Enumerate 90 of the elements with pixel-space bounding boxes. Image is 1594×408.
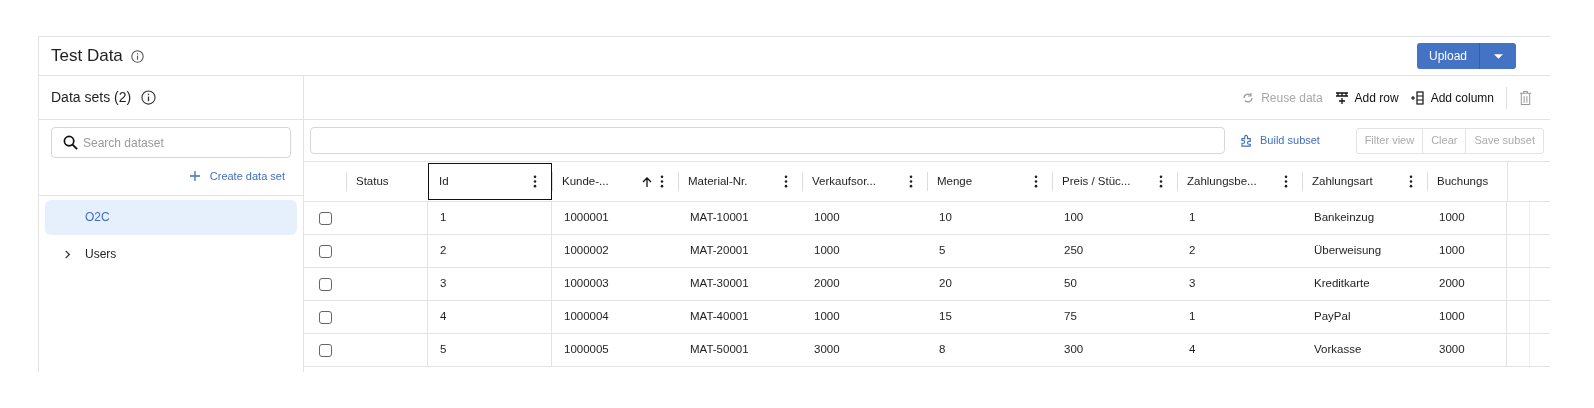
table-cell-text: 20: [939, 276, 952, 292]
info-icon: [141, 90, 157, 105]
table-cell-text: 1000005: [564, 342, 609, 358]
table-cell-text: Vorkasse: [1314, 342, 1362, 358]
table-cell-text: 2: [440, 243, 447, 259]
table-cell-text: 2000: [1439, 276, 1465, 292]
plus-icon: [189, 171, 200, 182]
row-checkbox[interactable]: [318, 343, 332, 357]
table-cell-text: 2000: [814, 276, 840, 292]
add-column-icon: [1410, 90, 1425, 105]
table-cell-text: MAT-40001: [690, 309, 749, 325]
table-cell-text: MAT-20001: [690, 243, 749, 259]
build-subset-button[interactable]: Build subset: [1241, 132, 1320, 149]
table-cell-text: Überweisung: [1314, 243, 1382, 259]
column-header[interactable]: Menge: [927, 162, 1052, 201]
toolbar-button[interactable]: Add row: [1334, 88, 1399, 107]
more-icon[interactable]: [1284, 175, 1288, 188]
table-cell-text: 1000: [814, 243, 840, 259]
more-icon[interactable]: [1159, 175, 1163, 188]
sidebar-title: Data sets (2): [51, 88, 132, 107]
filter-field[interactable]: [310, 127, 1225, 154]
table-cell-text: 5: [440, 342, 447, 358]
column-header[interactable]: Buchungs: [1427, 162, 1507, 201]
column-header[interactable]: Verkaufsor...: [802, 162, 927, 201]
table-cell-text: 300: [1064, 342, 1084, 358]
create-data-set-link[interactable]: Create data set: [189, 168, 285, 185]
table-cell-text: 1000001: [564, 210, 609, 226]
row-checkbox[interactable]: [318, 244, 332, 258]
page-title: Test Data: [51, 45, 123, 68]
more-icon[interactable]: [784, 175, 788, 188]
arrow-up-icon: [642, 176, 652, 187]
table-cell-text: 4: [1189, 342, 1196, 358]
column-header[interactable]: Preis / Stüc...: [1052, 162, 1177, 201]
table-cell-text: 10: [939, 210, 952, 226]
more-icon[interactable]: [1409, 175, 1413, 188]
toolbar-button[interactable]: Add column: [1410, 88, 1494, 107]
row-checkbox[interactable]: [318, 211, 332, 225]
trash-icon[interactable]: [1519, 89, 1532, 106]
refresh-icon: [1241, 90, 1256, 105]
column-header[interactable]: Material-Nr.: [678, 162, 802, 201]
table-cell-text: 3000: [1439, 342, 1465, 358]
column-header[interactable]: Id: [428, 163, 552, 200]
column-header[interactable]: Status: [346, 162, 428, 201]
search-field[interactable]: Search dataset: [51, 127, 291, 158]
column-header[interactable]: Zahlungsart: [1302, 162, 1427, 201]
column-header[interactable]: Kunde-...: [552, 162, 678, 201]
row-checkbox[interactable]: [318, 310, 332, 324]
table-cell-text: 1000: [1439, 210, 1465, 226]
table-cell-text: 3: [440, 276, 447, 292]
table-cell-text: 1: [1189, 309, 1196, 325]
table-cell-text: 1000: [1439, 309, 1465, 325]
table-cell-text: 1000003: [564, 276, 609, 292]
table-cell-text: 3000: [814, 342, 840, 358]
table-cell-text: 2: [1189, 243, 1196, 259]
table-cell-text: 1: [1189, 210, 1196, 226]
table-cell-text: Bankeinzug: [1314, 210, 1375, 226]
table-cell-text: Kreditkarte: [1314, 276, 1370, 292]
caret-icon: [1493, 53, 1503, 59]
table-cell-text: 250: [1064, 243, 1084, 259]
search-icon: [63, 135, 78, 150]
table-cell-text: MAT-50001: [690, 342, 749, 358]
info-icon: [130, 49, 144, 63]
table-cell-text: 1000: [814, 309, 840, 325]
table-cell-text: MAT-30001: [690, 276, 749, 292]
more-icon[interactable]: [1034, 175, 1038, 188]
table-cell-text: 100: [1064, 210, 1084, 226]
table-cell-text: 1000002: [564, 243, 609, 259]
column-header[interactable]: Zahlungsbe...: [1177, 162, 1302, 201]
row-checkbox[interactable]: [318, 277, 332, 291]
table-cell-text: 1: [440, 210, 447, 226]
more-icon[interactable]: [533, 175, 537, 188]
tree-item[interactable]: Users: [45, 236, 297, 272]
table-cell-text: 15: [939, 309, 952, 325]
chevron-icon: [63, 249, 72, 259]
table-cell-text: 8: [939, 342, 946, 358]
table-cell-text: MAT-10001: [690, 210, 749, 226]
table-cell-text: 1000: [1439, 243, 1465, 259]
table-cell-text: 5: [939, 243, 946, 259]
more-icon[interactable]: [909, 175, 913, 188]
table-cell-text: PayPal: [1314, 309, 1351, 325]
table-cell-text: 4: [440, 309, 447, 325]
table-cell-text: 1000: [814, 210, 840, 226]
table-cell-text: 75: [1064, 309, 1077, 325]
table-cell-text: 50: [1064, 276, 1077, 292]
more-icon[interactable]: [660, 175, 664, 188]
add-row-icon: [1334, 90, 1349, 105]
table-cell-text: 3: [1189, 276, 1196, 292]
table-cell-text: 1000004: [564, 309, 609, 325]
puzzle-icon: [1241, 134, 1254, 147]
tree-item[interactable]: O2C: [45, 199, 297, 235]
